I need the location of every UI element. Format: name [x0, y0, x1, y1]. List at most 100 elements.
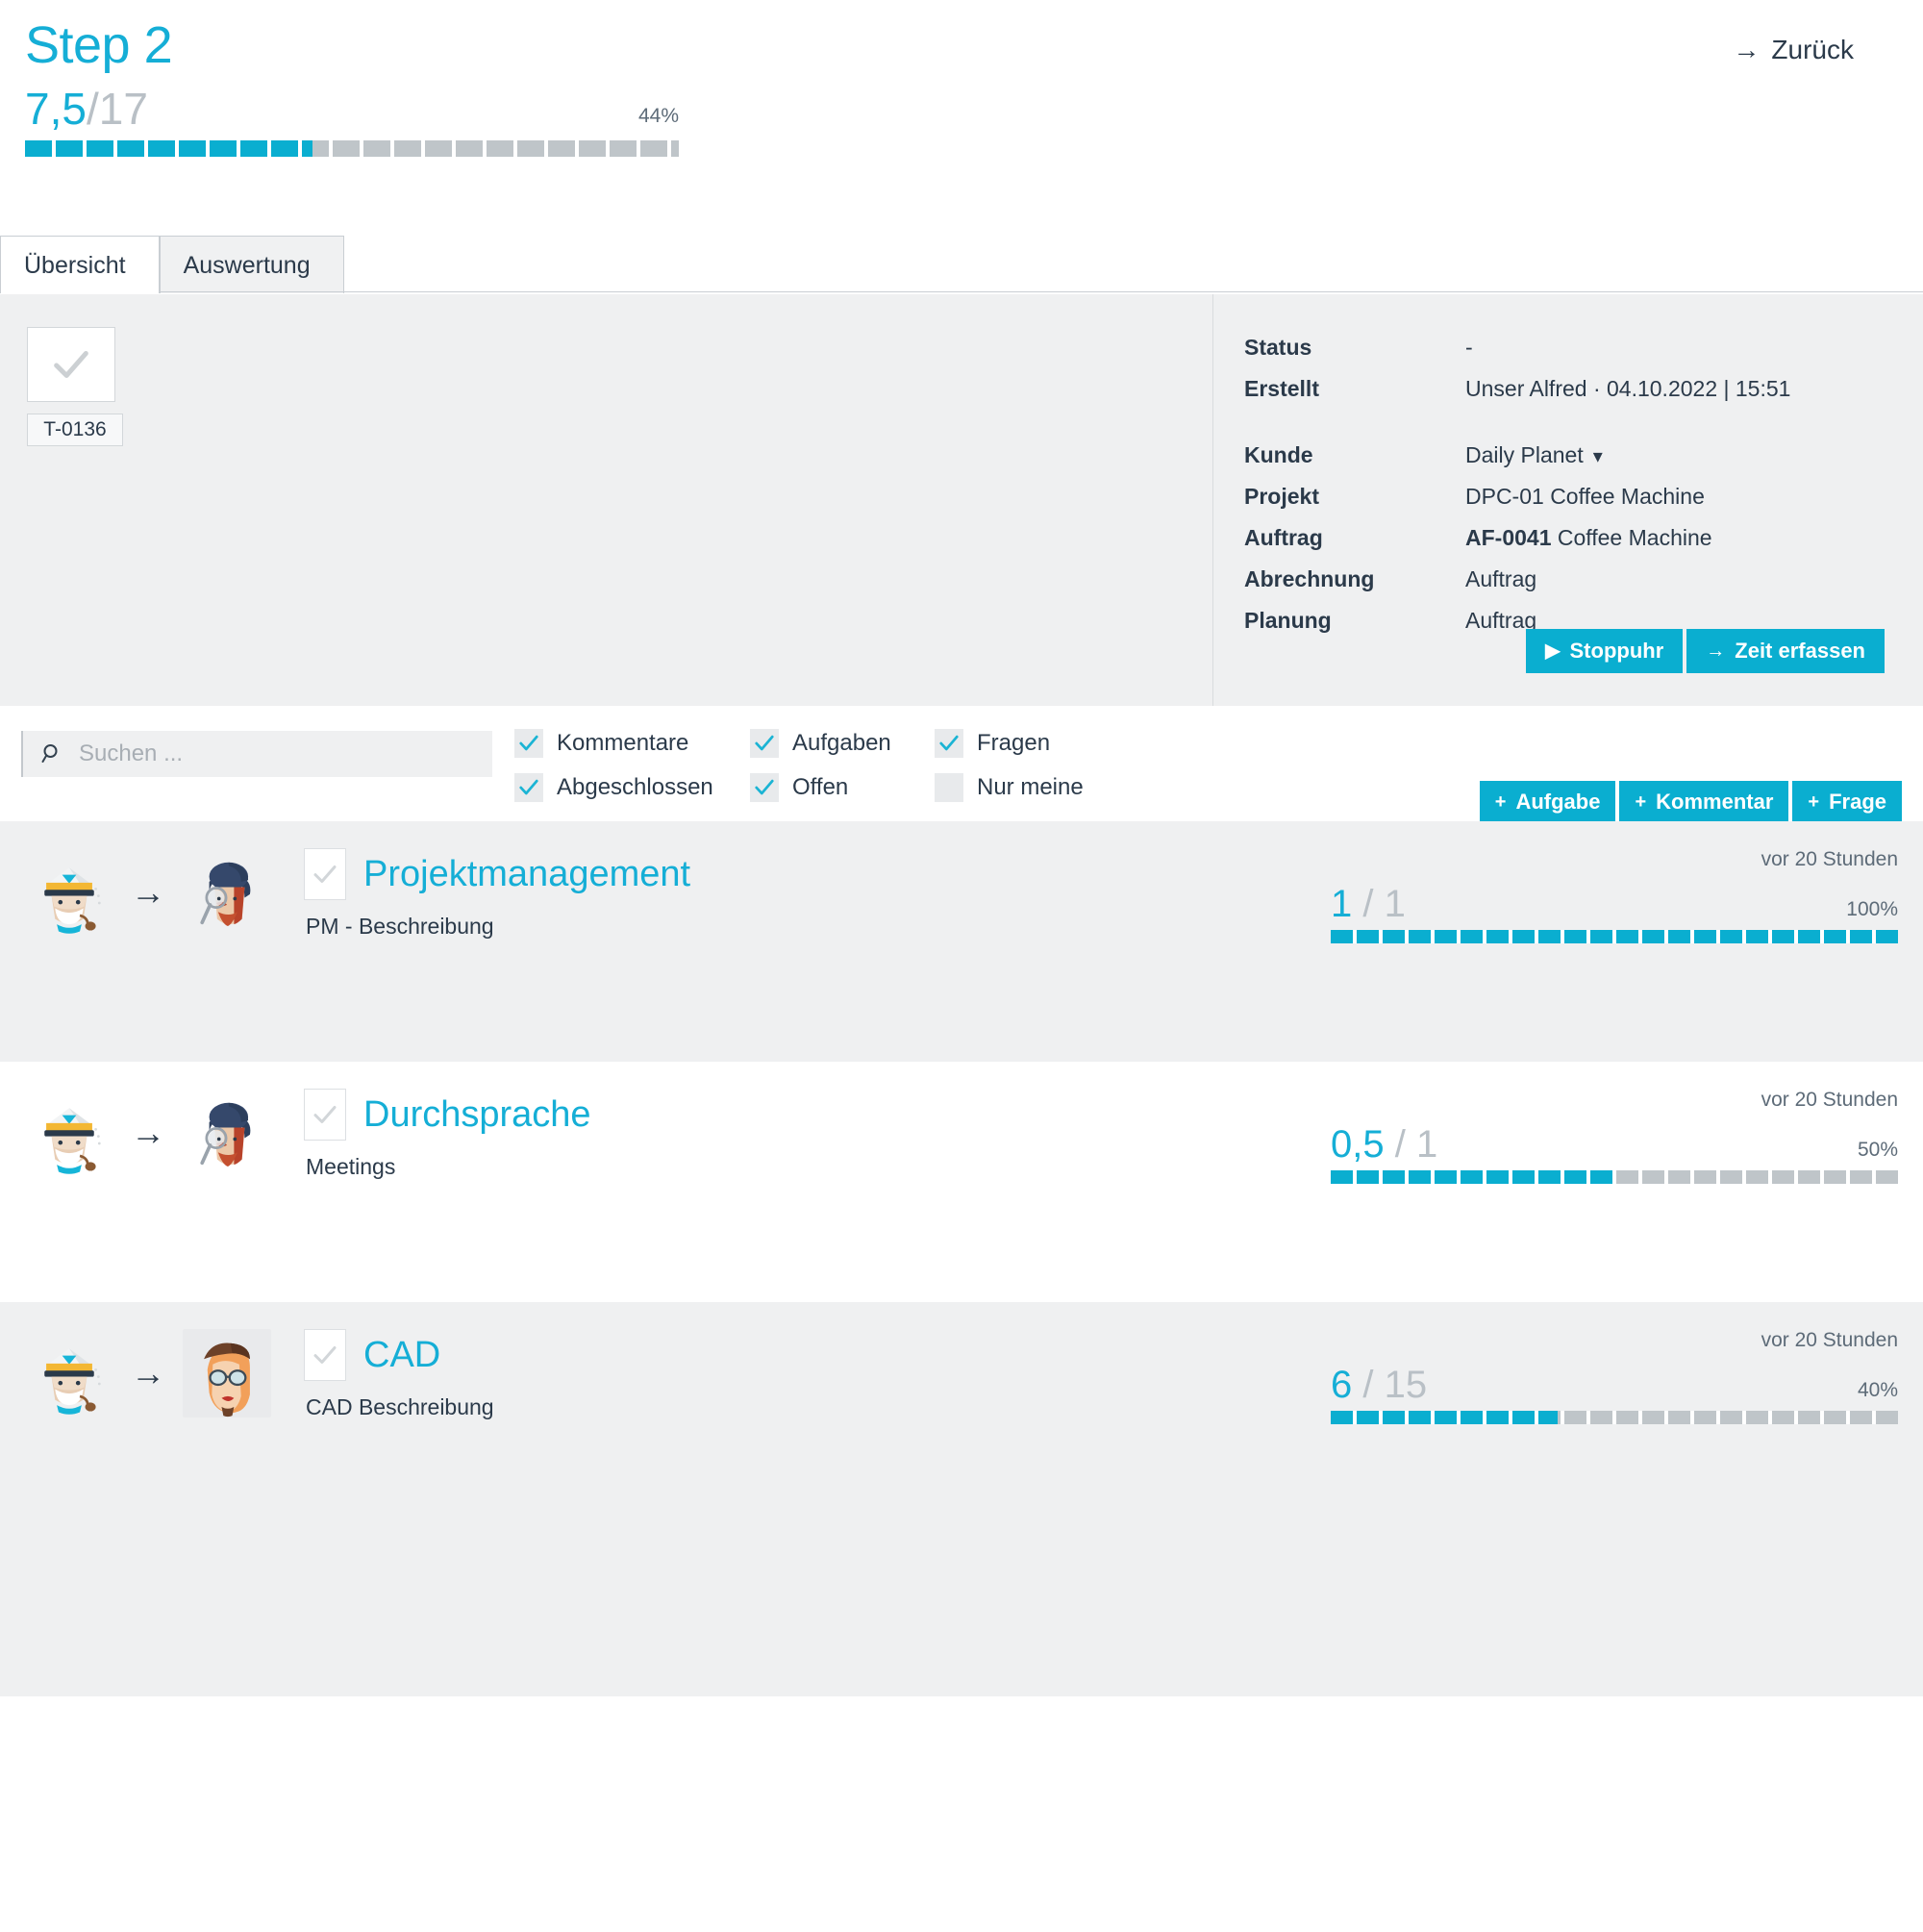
- captain-avatar: [25, 1089, 113, 1177]
- checkbox-box: [514, 729, 543, 758]
- task-progress-percent: 100%: [1846, 898, 1898, 920]
- meta-value-kunde-text: Daily Planet: [1465, 442, 1584, 467]
- checkbox-kommentare[interactable]: Kommentare: [514, 729, 750, 758]
- checkbox-abgeschlossen[interactable]: Abgeschlossen: [514, 773, 750, 802]
- task-row[interactable]: → Projektmanagement PM - Beschreibung vo…: [0, 821, 1923, 1062]
- meta-value-auftrag-text: Coffee Machine: [1557, 525, 1712, 550]
- chevron-down-icon: ▾: [1592, 446, 1603, 467]
- checkbox-offen[interactable]: Offen: [750, 773, 935, 802]
- record-time-button[interactable]: → Zeit erfassen: [1686, 629, 1885, 673]
- task-progress-numbers: 6 / 15: [1331, 1364, 1898, 1407]
- task-title[interactable]: Durchsprache: [363, 1094, 591, 1136]
- detail-panel: T-0136 Status - Erstellt Unser Alfred · …: [0, 292, 1923, 706]
- task-progress-current: 1: [1331, 883, 1353, 925]
- task-row[interactable]: → CAD CAD Beschreibung vor 20 Stunden 6 …: [0, 1302, 1923, 1543]
- page-footer-space: [0, 1543, 1923, 1696]
- tab-underline: [0, 291, 1923, 292]
- check-icon: [313, 1346, 337, 1364]
- task-progress-track: [1331, 1170, 1898, 1184]
- back-link-label: Zurück: [1771, 35, 1854, 64]
- add-aufgabe-button[interactable]: + Aufgabe: [1479, 781, 1616, 823]
- tab-auswertung[interactable]: Auswertung: [159, 236, 344, 293]
- check-icon: [519, 779, 538, 795]
- task-complete-checkbox[interactable]: [304, 848, 346, 900]
- page-header: Step 2 → Zurück 7,5/17 44%: [0, 0, 1923, 212]
- task-complete-checkbox[interactable]: [27, 327, 115, 402]
- stopwatch-button[interactable]: ▶ Stoppuhr: [1526, 629, 1684, 673]
- task-progress-percent: 40%: [1857, 1379, 1898, 1401]
- play-icon: ▶: [1545, 640, 1561, 662]
- arrow-right-icon: →: [1733, 35, 1761, 64]
- assignment-arrow-icon: →: [131, 1353, 165, 1393]
- check-icon: [313, 1106, 337, 1123]
- add-kommentar-label: Kommentar: [1656, 790, 1774, 814]
- assignment-arrow-icon: →: [131, 872, 165, 912]
- meta-label-abrechnung: Abrechnung: [1244, 566, 1375, 591]
- check-icon: [54, 351, 88, 378]
- checkbox-box: [935, 729, 963, 758]
- meta-value-auftrag-code: AF-0041: [1465, 525, 1552, 550]
- check-icon: [939, 735, 959, 751]
- task-complete-checkbox[interactable]: [304, 1329, 346, 1381]
- checkbox-box: [514, 773, 543, 802]
- designer-avatar: [183, 1329, 271, 1418]
- arrow-right-icon: →: [1706, 640, 1726, 662]
- checkbox-aufgaben[interactable]: Aufgaben: [750, 729, 935, 758]
- progress-current: 7,5: [25, 84, 87, 135]
- detective-avatar: [183, 848, 271, 937]
- task-title[interactable]: Projektmanagement: [363, 854, 690, 895]
- task-progress: vor 20 Stunden 6 / 15 40%: [1331, 1329, 1898, 1424]
- meta-value-abrechnung: Auftrag: [1465, 566, 1537, 591]
- task-title[interactable]: CAD: [363, 1335, 440, 1376]
- meta-value-status: -: [1465, 335, 1473, 360]
- task-timestamp: vor 20 Stunden: [1761, 1089, 1898, 1111]
- overall-progress: 7,5/17 44%: [25, 84, 679, 158]
- detail-meta-grid: Status - Erstellt Unser Alfred · 04.10.2…: [1244, 327, 1885, 641]
- add-frage-button[interactable]: + Frage: [1792, 781, 1902, 823]
- meta-label-auftrag: Auftrag: [1244, 525, 1323, 550]
- task-progress-total: 15: [1384, 1364, 1428, 1406]
- task-progress-current: 0,5: [1331, 1123, 1385, 1166]
- filter-checkbox-row-2: Abgeschlossen Offen Nur meine: [514, 773, 1084, 802]
- progress-separator: /: [86, 84, 99, 135]
- meta-label-status: Status: [1244, 335, 1312, 360]
- search-icon: [41, 744, 58, 763]
- meta-value-kunde[interactable]: Daily Planet ▾: [1465, 435, 1885, 476]
- task-progress-fill: [1331, 930, 1898, 943]
- tab-uebersicht-label: Übersicht: [24, 252, 126, 279]
- page-title: Step 2: [25, 16, 173, 74]
- task-progress-percent: 50%: [1857, 1139, 1898, 1161]
- task-complete-checkbox[interactable]: [304, 1089, 346, 1141]
- task-progress-total: 1: [1415, 1123, 1438, 1166]
- task-timestamp: vor 20 Stunden: [1761, 1329, 1898, 1351]
- search-placeholder: Suchen ...: [79, 740, 184, 766]
- detail-action-buttons: ▶ Stoppuhr → Zeit erfassen: [1526, 629, 1885, 673]
- task-description: CAD Beschreibung: [306, 1394, 494, 1419]
- add-buttons: + Aufgabe + Kommentar + Frage: [1479, 781, 1902, 823]
- plus-icon: +: [1808, 791, 1820, 813]
- checkbox-nur-meine-label: Nur meine: [977, 774, 1084, 800]
- task-progress-track: [1331, 1411, 1898, 1424]
- search-input[interactable]: Suchen ...: [21, 731, 492, 777]
- detective-avatar: [183, 1089, 271, 1177]
- tab-uebersicht[interactable]: Übersicht: [0, 236, 160, 293]
- meta-value-erstellt: Unser Alfred · 04.10.2022 | 15:51: [1465, 376, 1791, 401]
- filter-bar: Suchen ... Kommentare Aufgaben Fragen Ab…: [0, 706, 1923, 823]
- checkbox-nur-meine[interactable]: Nur meine: [935, 773, 1084, 802]
- back-link[interactable]: → Zurück: [1733, 35, 1854, 65]
- add-kommentar-button[interactable]: + Kommentar: [1619, 781, 1789, 823]
- task-progress-separator: /: [1394, 1123, 1406, 1166]
- check-icon: [755, 779, 774, 795]
- check-icon: [519, 735, 538, 751]
- checkbox-abgeschlossen-label: Abgeschlossen: [557, 774, 713, 800]
- task-progress: vor 20 Stunden 0,5 / 1 50%: [1331, 1089, 1898, 1184]
- tab-bar: Übersicht Auswertung: [0, 235, 1923, 293]
- checkbox-fragen[interactable]: Fragen: [935, 729, 1050, 758]
- progress-percent-label: 44%: [637, 105, 679, 128]
- task-progress-current: 6: [1331, 1364, 1353, 1406]
- plus-icon: +: [1635, 791, 1647, 813]
- task-row[interactable]: → Durchsprache Meetings vor 20 Stunden 0…: [0, 1062, 1923, 1302]
- checkbox-fragen-label: Fragen: [977, 730, 1051, 756]
- task-progress-fill: [1331, 1411, 1558, 1424]
- task-progress-separator: /: [1362, 1364, 1374, 1406]
